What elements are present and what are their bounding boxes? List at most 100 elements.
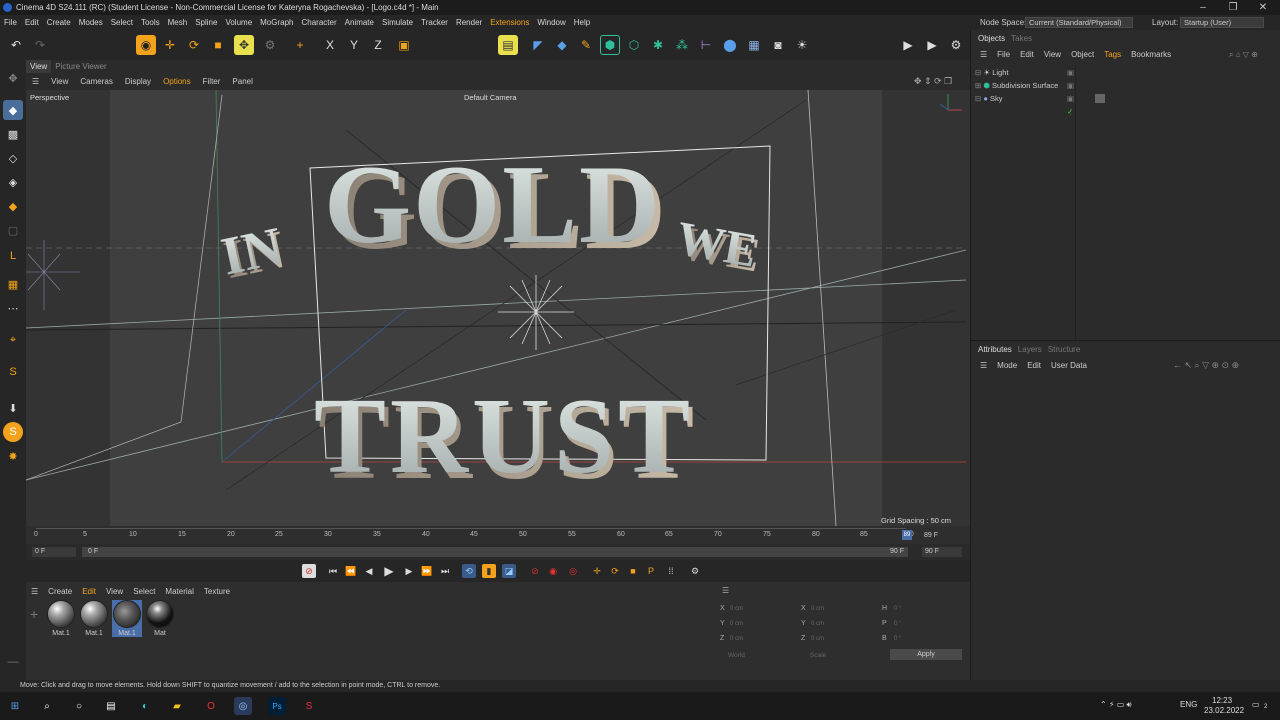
size-z-field[interactable]: 0 cm — [811, 636, 824, 642]
pos-x-field[interactable]: 0 cm — [730, 606, 743, 612]
menu-edit[interactable]: Edit — [21, 15, 43, 30]
key-scale-icon[interactable]: ■ — [626, 564, 640, 578]
tab-view[interactable]: View — [26, 60, 52, 73]
clock-date[interactable]: 23.02.2022 — [1204, 706, 1244, 715]
move-icon[interactable]: ✛ — [160, 35, 180, 55]
field-icon[interactable]: ⬤ — [720, 35, 740, 55]
material-menu-edit[interactable]: Edit — [77, 586, 101, 598]
motion-icon[interactable]: ◪ — [502, 564, 516, 578]
attributes-menu-user-data[interactable]: User Data — [1046, 359, 1092, 373]
restore-button[interactable]: ❐ — [1218, 0, 1248, 15]
objects-menu-edit[interactable]: Edit — [1015, 48, 1039, 62]
current-frame-field[interactable]: 0 F — [32, 547, 76, 557]
z-axis-lock-icon[interactable]: Z — [368, 35, 388, 55]
texture-mode-icon[interactable]: ▩ — [3, 124, 23, 144]
record-icon[interactable]: ◉ — [546, 564, 560, 578]
pen-icon[interactable]: ✎ — [576, 35, 596, 55]
viewport-menu-filter[interactable]: Filter — [197, 74, 227, 89]
objects-menu-bookmarks[interactable]: Bookmarks — [1126, 48, 1176, 62]
pos-z-field[interactable]: 0 cm — [730, 636, 743, 642]
solo-mode-icon[interactable]: S — [3, 422, 23, 442]
tab-structure[interactable]: Structure — [1045, 344, 1083, 356]
size-mode-select[interactable]: Scale — [810, 652, 826, 659]
panel-collapse-icon[interactable]: — — [3, 652, 23, 672]
objects-search-icons[interactable]: ⌕ ⌂ ▽ ⊕ — [1229, 50, 1258, 60]
objects-menu-file[interactable]: File — [992, 48, 1015, 62]
search-icon[interactable]: ⌕ — [38, 697, 56, 715]
object-row-subdivision-surface[interactable]: ⊞ ⬢ Subdivision Surface ▣ ⋮ ✓ — [975, 79, 1075, 116]
autokey-icon[interactable]: ⊘ — [528, 564, 542, 578]
object-row-light[interactable]: ⊟ ☀ Light ▣ ⋮ — [975, 66, 1075, 90]
scheme-icon[interactable]: ⚙ — [688, 564, 702, 578]
select-model-icon[interactable]: ◤ — [528, 35, 548, 55]
menu-mograph[interactable]: MoGraph — [256, 15, 297, 30]
node-space-select[interactable]: Current (Standard/Physical) — [1025, 17, 1133, 28]
language-indicator[interactable]: ENG — [1180, 700, 1197, 709]
app-s-icon[interactable]: S — [300, 697, 318, 715]
size-x-field[interactable]: 0 cm — [811, 606, 824, 612]
rot-b-field[interactable]: 0 ° — [894, 636, 901, 642]
timeline-icon[interactable]: ▮ — [482, 564, 496, 578]
objects-menu-view[interactable]: View — [1039, 48, 1066, 62]
cloner-icon[interactable]: ✱ — [648, 35, 668, 55]
timeline-ruler[interactable]: 0 5 10 15 20 25 30 35 40 45 50 55 60 65 … — [26, 526, 970, 544]
solo-icon[interactable]: S — [3, 362, 23, 382]
expand-icon[interactable]: ⊞ — [975, 81, 981, 90]
hamburger-menu-icon[interactable]: ☰ — [975, 359, 992, 373]
material-swatch[interactable]: Mat.1 — [46, 600, 76, 637]
menu-mesh[interactable]: Mesh — [164, 15, 192, 30]
axis-mode-icon[interactable]: ✥ — [234, 35, 254, 55]
key-rotation-icon[interactable]: ⟳ — [608, 564, 622, 578]
menu-tracker[interactable]: Tracker — [417, 15, 452, 30]
expand-icon[interactable]: ⊟ — [975, 68, 981, 77]
add-icon[interactable]: + — [290, 35, 310, 55]
tab-layers[interactable]: Layers — [1015, 344, 1045, 356]
add-material-icon[interactable]: + — [30, 606, 38, 622]
hamburger-menu-icon[interactable]: ☰ — [26, 74, 45, 89]
render-view-icon[interactable]: ▶ — [898, 35, 918, 55]
menu-spline[interactable]: Spline — [191, 15, 221, 30]
light-icon[interactable]: ☀ — [792, 35, 812, 55]
camera-icon[interactable]: ◙ — [768, 35, 788, 55]
hamburger-menu-icon[interactable]: ☰ — [26, 586, 43, 598]
next-frame-icon[interactable]: ▶ — [402, 564, 416, 578]
previous-frame-icon[interactable]: ◀ — [362, 564, 376, 578]
undo-icon[interactable]: ↶ — [6, 35, 26, 55]
material-menu-texture[interactable]: Texture — [199, 586, 235, 598]
material-menu-view[interactable]: View — [101, 586, 128, 598]
coordinate-system-icon[interactable]: ▣ — [394, 35, 414, 55]
menu-extensions[interactable]: Extensions — [486, 15, 533, 30]
hamburger-menu-icon[interactable]: ☰ — [722, 586, 729, 595]
menu-tools[interactable]: Tools — [137, 15, 164, 30]
viewport-menu-panel[interactable]: Panel — [226, 74, 258, 89]
key-position-icon[interactable]: ✛ — [590, 564, 604, 578]
polygons-mode-icon[interactable]: ◆ — [3, 196, 23, 216]
download-icon[interactable]: ⬇ — [3, 398, 23, 418]
tweak-icon[interactable]: ⋯ — [3, 298, 23, 318]
menu-render[interactable]: Render — [452, 15, 486, 30]
tray-icons[interactable]: ⌃ ⚡ ▭ 🔊︎ — [1100, 700, 1132, 710]
viewport-menu-options[interactable]: Options — [157, 74, 197, 89]
edit-render-view-icon[interactable]: ▤ — [498, 35, 518, 55]
menu-animate[interactable]: Animate — [341, 15, 378, 30]
transform-icon[interactable]: ⚙ — [260, 35, 280, 55]
visibility-toggle[interactable]: ▣ ⋮ — [1067, 92, 1075, 118]
size-y-field[interactable]: 0 cm — [811, 621, 824, 627]
go-to-end-icon[interactable]: ⏭ — [438, 564, 452, 578]
current-frame-display[interactable]: 89 F — [924, 532, 938, 539]
go-to-start-icon[interactable]: ⏮ — [326, 564, 340, 578]
menu-select[interactable]: Select — [107, 15, 137, 30]
menu-character[interactable]: Character — [298, 15, 341, 30]
make-editable-icon[interactable]: ✥ — [3, 68, 23, 88]
opera-browser-icon[interactable]: O — [202, 697, 220, 715]
subdivision-icon[interactable]: ⬢ — [600, 35, 620, 55]
workplane-icon[interactable]: ▦ — [3, 274, 23, 294]
key-param-icon[interactable]: P — [644, 564, 658, 578]
render-settings-icon[interactable]: ⚙ — [946, 35, 966, 55]
material-swatch[interactable]: Mat.1 — [79, 600, 109, 637]
attributes-menu-mode[interactable]: Mode — [992, 359, 1022, 373]
key-pla-icon[interactable]: ⁞⁞ — [664, 564, 678, 578]
y-axis-lock-icon[interactable]: Y — [344, 35, 364, 55]
tab-objects[interactable]: Objects — [975, 33, 1008, 45]
notification-icon[interactable]: ▭ — [1252, 700, 1260, 709]
